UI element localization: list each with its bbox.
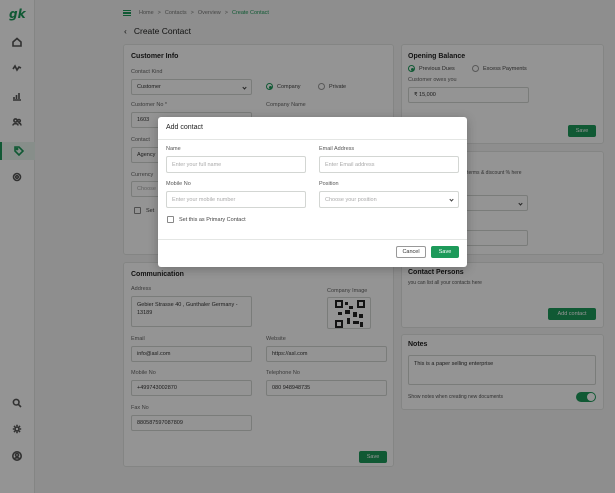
mobile-no-input[interactable]: Enter your mobile number bbox=[166, 191, 306, 208]
cancel-button[interactable]: Cancel bbox=[396, 246, 426, 258]
primary-contact-label: Set this as Primary Contact bbox=[179, 216, 246, 223]
position-label: Position bbox=[319, 181, 339, 187]
email-address-label: Email Address bbox=[319, 146, 355, 152]
name-input[interactable]: Enter your full name bbox=[166, 156, 306, 173]
position-select[interactable]: Choose your position bbox=[319, 191, 459, 208]
modal-footer-divider bbox=[158, 239, 467, 240]
modal-divider bbox=[158, 139, 467, 140]
save-button[interactable]: Save bbox=[431, 246, 459, 258]
add-contact-modal: Add contact Name Enter your full name Em… bbox=[158, 117, 467, 267]
mobile-no-label: Mobile No bbox=[166, 181, 191, 187]
primary-contact-checkbox[interactable]: Set this as Primary Contact bbox=[167, 216, 246, 223]
position-placeholder: Choose your position bbox=[325, 196, 377, 203]
modal-title: Add contact bbox=[166, 124, 203, 131]
chevron-down-icon bbox=[449, 197, 454, 202]
name-label: Name bbox=[166, 146, 181, 152]
email-address-input[interactable]: Enter Email address bbox=[319, 156, 459, 173]
